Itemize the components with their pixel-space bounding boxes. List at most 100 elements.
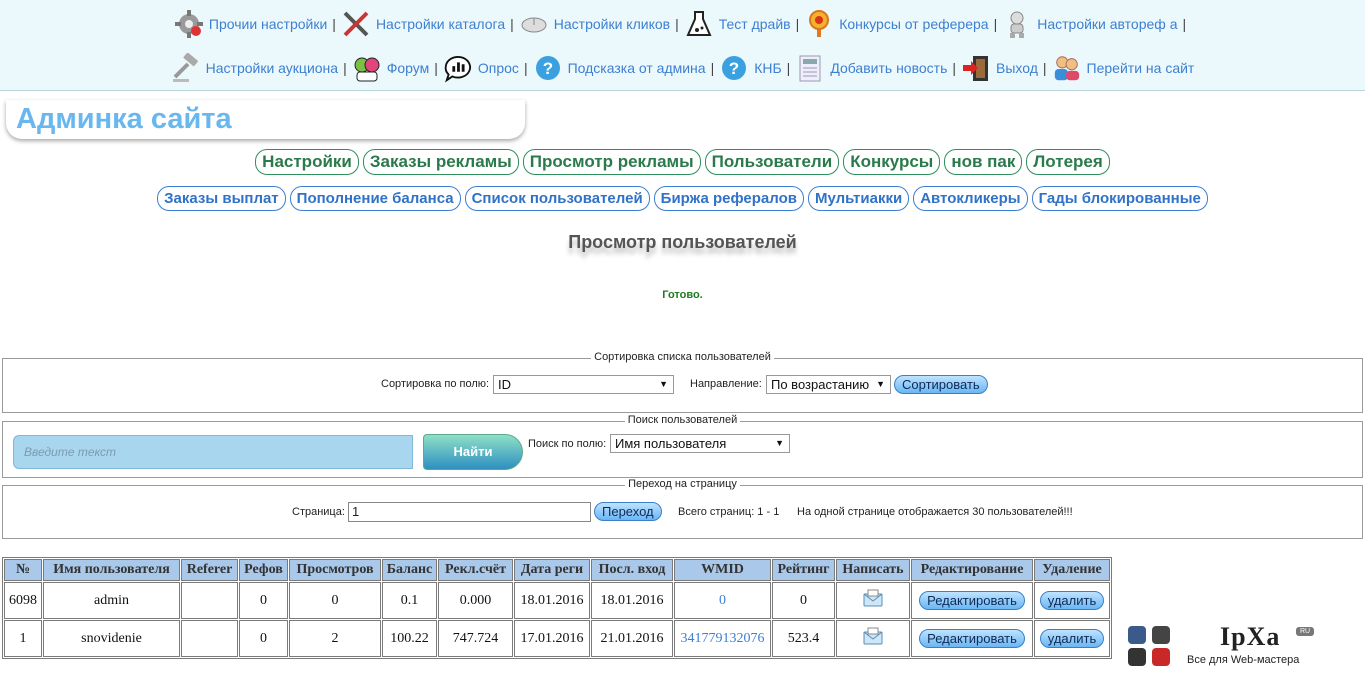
pager-legend: Переход на страницу: [625, 478, 740, 490]
users-table: № Имя пользователя Referer Рефов Просмот…: [2, 557, 1112, 659]
pager-panel: Переход на страницу Страница: 1 Переход …: [2, 478, 1363, 539]
cell-rating: 523.4: [772, 620, 835, 657]
nav-link[interactable]: Тест драйв: [719, 16, 791, 32]
table-row: 6098 admin 0 0 0.1 0.000 18.01.2016 18.0…: [4, 582, 1110, 619]
cell-wmid-link[interactable]: 0: [674, 582, 771, 619]
sort-panel: Сортировка списка пользователей Сортиров…: [2, 351, 1363, 413]
page-heading: Просмотр пользователей: [568, 232, 797, 252]
col-username: Имя пользователя: [43, 559, 180, 581]
cell-refs: 0: [239, 620, 288, 657]
search-field-select[interactable]: Имя пользователя ▼: [610, 434, 790, 453]
nav-item-forum[interactable]: Форум |: [352, 53, 443, 83]
cell-last-login: 21.01.2016: [591, 620, 673, 657]
nav-link[interactable]: Форум: [387, 60, 430, 76]
nav-link[interactable]: Добавить новость: [830, 60, 947, 76]
submenu-payout-orders[interactable]: Заказы выплат: [157, 186, 286, 211]
cell-delete: удалить: [1034, 582, 1110, 619]
go-to-page-button[interactable]: Переход: [594, 502, 662, 521]
envelope-icon[interactable]: [862, 589, 884, 611]
menu-settings[interactable]: Настройки: [255, 149, 359, 175]
nav-link[interactable]: Перейти на сайт: [1087, 60, 1195, 76]
submenu-multi-accounts[interactable]: Мультиакки: [807, 186, 910, 211]
find-button[interactable]: Найти: [423, 434, 523, 470]
sort-button[interactable]: Сортировать: [894, 375, 988, 394]
nav-item-logout[interactable]: Выход |: [961, 53, 1052, 83]
col-last-login: Посл. вход: [591, 559, 673, 581]
nav-link[interactable]: Настройки автореф а: [1037, 16, 1177, 32]
sort-direction-select[interactable]: По возрастанию ▼: [766, 375, 891, 394]
col-balance: Баланс: [382, 559, 437, 581]
exit-icon: [961, 53, 991, 83]
menu-new-pack[interactable]: нов пак: [944, 149, 1023, 175]
nav-item-knb[interactable]: ? КНБ |: [719, 53, 795, 83]
delete-button[interactable]: удалить: [1039, 591, 1105, 610]
search-field-label: Поиск по полю:: [528, 438, 607, 450]
search-legend: Поиск пользователей: [624, 414, 741, 426]
dropdown-arrow-icon: ▼: [659, 379, 668, 389]
logo-square-icon: [1152, 626, 1170, 644]
nav-item-go-to-site[interactable]: Перейти на сайт: [1052, 53, 1195, 83]
nav-row-1: Прочии настройки | Настройки каталога | …: [0, 6, 1365, 42]
nav-link[interactable]: КНБ: [754, 60, 781, 76]
search-input[interactable]: Введите текст: [13, 435, 413, 469]
dropdown-arrow-icon: ▼: [775, 438, 784, 448]
col-number: №: [4, 559, 42, 581]
menu-ad-views[interactable]: Просмотр рекламы: [522, 149, 701, 175]
nav-item-add-news[interactable]: Добавить новость |: [795, 53, 961, 83]
cell-rating: 0: [772, 582, 835, 619]
dropdown-arrow-icon: ▼: [876, 379, 885, 389]
nav-row-2: Настройки аукциона | Форум | Опрос | ? П…: [0, 50, 1365, 86]
sort-field-value: ID: [498, 377, 511, 392]
submenu-user-list[interactable]: Список пользователей: [464, 186, 650, 211]
submenu-blocked[interactable]: Гады блокированные: [1031, 186, 1208, 211]
menu-ad-orders[interactable]: Заказы рекламы: [362, 149, 519, 175]
menu-contests[interactable]: Конкурсы: [843, 149, 941, 175]
cell-edit: Редактировать: [911, 582, 1033, 619]
col-ad-account: Рекл.счёт: [438, 559, 513, 581]
cell-last-login: 18.01.2016: [591, 582, 673, 619]
cell-username: admin: [43, 582, 180, 619]
nav-item-test-drive[interactable]: Тест драйв |: [684, 9, 805, 39]
submenu-autoclickers[interactable]: Автокликеры: [913, 186, 1028, 211]
nav-link[interactable]: Настройки кликов: [554, 16, 670, 32]
menu-lottery[interactable]: Лотерея: [1026, 149, 1110, 175]
nav-item-poll[interactable]: Опрос |: [443, 53, 533, 83]
col-refs: Рефов: [239, 559, 288, 581]
nav-item-other-settings[interactable]: Прочии настройки |: [174, 9, 341, 39]
submenu-balance-topup[interactable]: Пополнение баланса: [289, 186, 461, 211]
cell-write: [836, 582, 910, 619]
logo-square-icon: [1128, 626, 1146, 644]
cell-wmid-link[interactable]: 341779132076: [674, 620, 771, 657]
nav-link[interactable]: Настройки каталога: [376, 16, 505, 32]
nav-item-referrer-contests[interactable]: Конкурсы от реферера |: [804, 9, 1002, 39]
site-title: Админка сайта: [6, 100, 525, 139]
cell-username: snovidenie: [43, 620, 180, 657]
delete-button[interactable]: удалить: [1039, 629, 1105, 648]
per-page-note: На одной странице отображается 30 пользо…: [797, 506, 1073, 518]
logo-square-icon: [1152, 648, 1170, 666]
sort-field-select[interactable]: ID ▼: [493, 375, 674, 394]
nav-link[interactable]: Выход: [996, 60, 1038, 76]
nav-item-auction-settings[interactable]: Настройки аукциона |: [171, 53, 352, 83]
edit-button[interactable]: Редактировать: [919, 629, 1025, 648]
menu-users[interactable]: Пользователи: [704, 149, 840, 175]
cell-id: 6098: [4, 582, 42, 619]
cell-views: 0: [289, 582, 381, 619]
nav-link[interactable]: Конкурсы от реферера: [839, 16, 988, 32]
sort-legend: Сортировка списка пользователей: [591, 351, 774, 363]
nav-item-autoref-settings[interactable]: Настройки автореф а |: [1002, 9, 1191, 39]
edit-button[interactable]: Редактировать: [919, 591, 1025, 610]
envelope-icon[interactable]: [862, 627, 884, 649]
cell-balance: 0.1: [382, 582, 437, 619]
table-header-row: № Имя пользователя Referer Рефов Просмот…: [4, 559, 1110, 581]
submenu-referral-exchange[interactable]: Биржа рефералов: [653, 186, 804, 211]
nav-link[interactable]: Настройки аукциона: [206, 60, 338, 76]
nav-link[interactable]: Прочии настройки: [209, 16, 327, 32]
status-message: Готово.: [662, 289, 703, 301]
nav-link[interactable]: Опрос: [478, 60, 519, 76]
nav-link[interactable]: Подсказка от админа: [568, 60, 706, 76]
nav-item-click-settings[interactable]: Настройки кликов |: [519, 9, 684, 39]
nav-item-admin-hint[interactable]: ? Подсказка от админа |: [533, 53, 720, 83]
nav-item-catalog-settings[interactable]: Настройки каталога |: [341, 9, 519, 39]
page-number-input[interactable]: 1: [348, 502, 591, 522]
